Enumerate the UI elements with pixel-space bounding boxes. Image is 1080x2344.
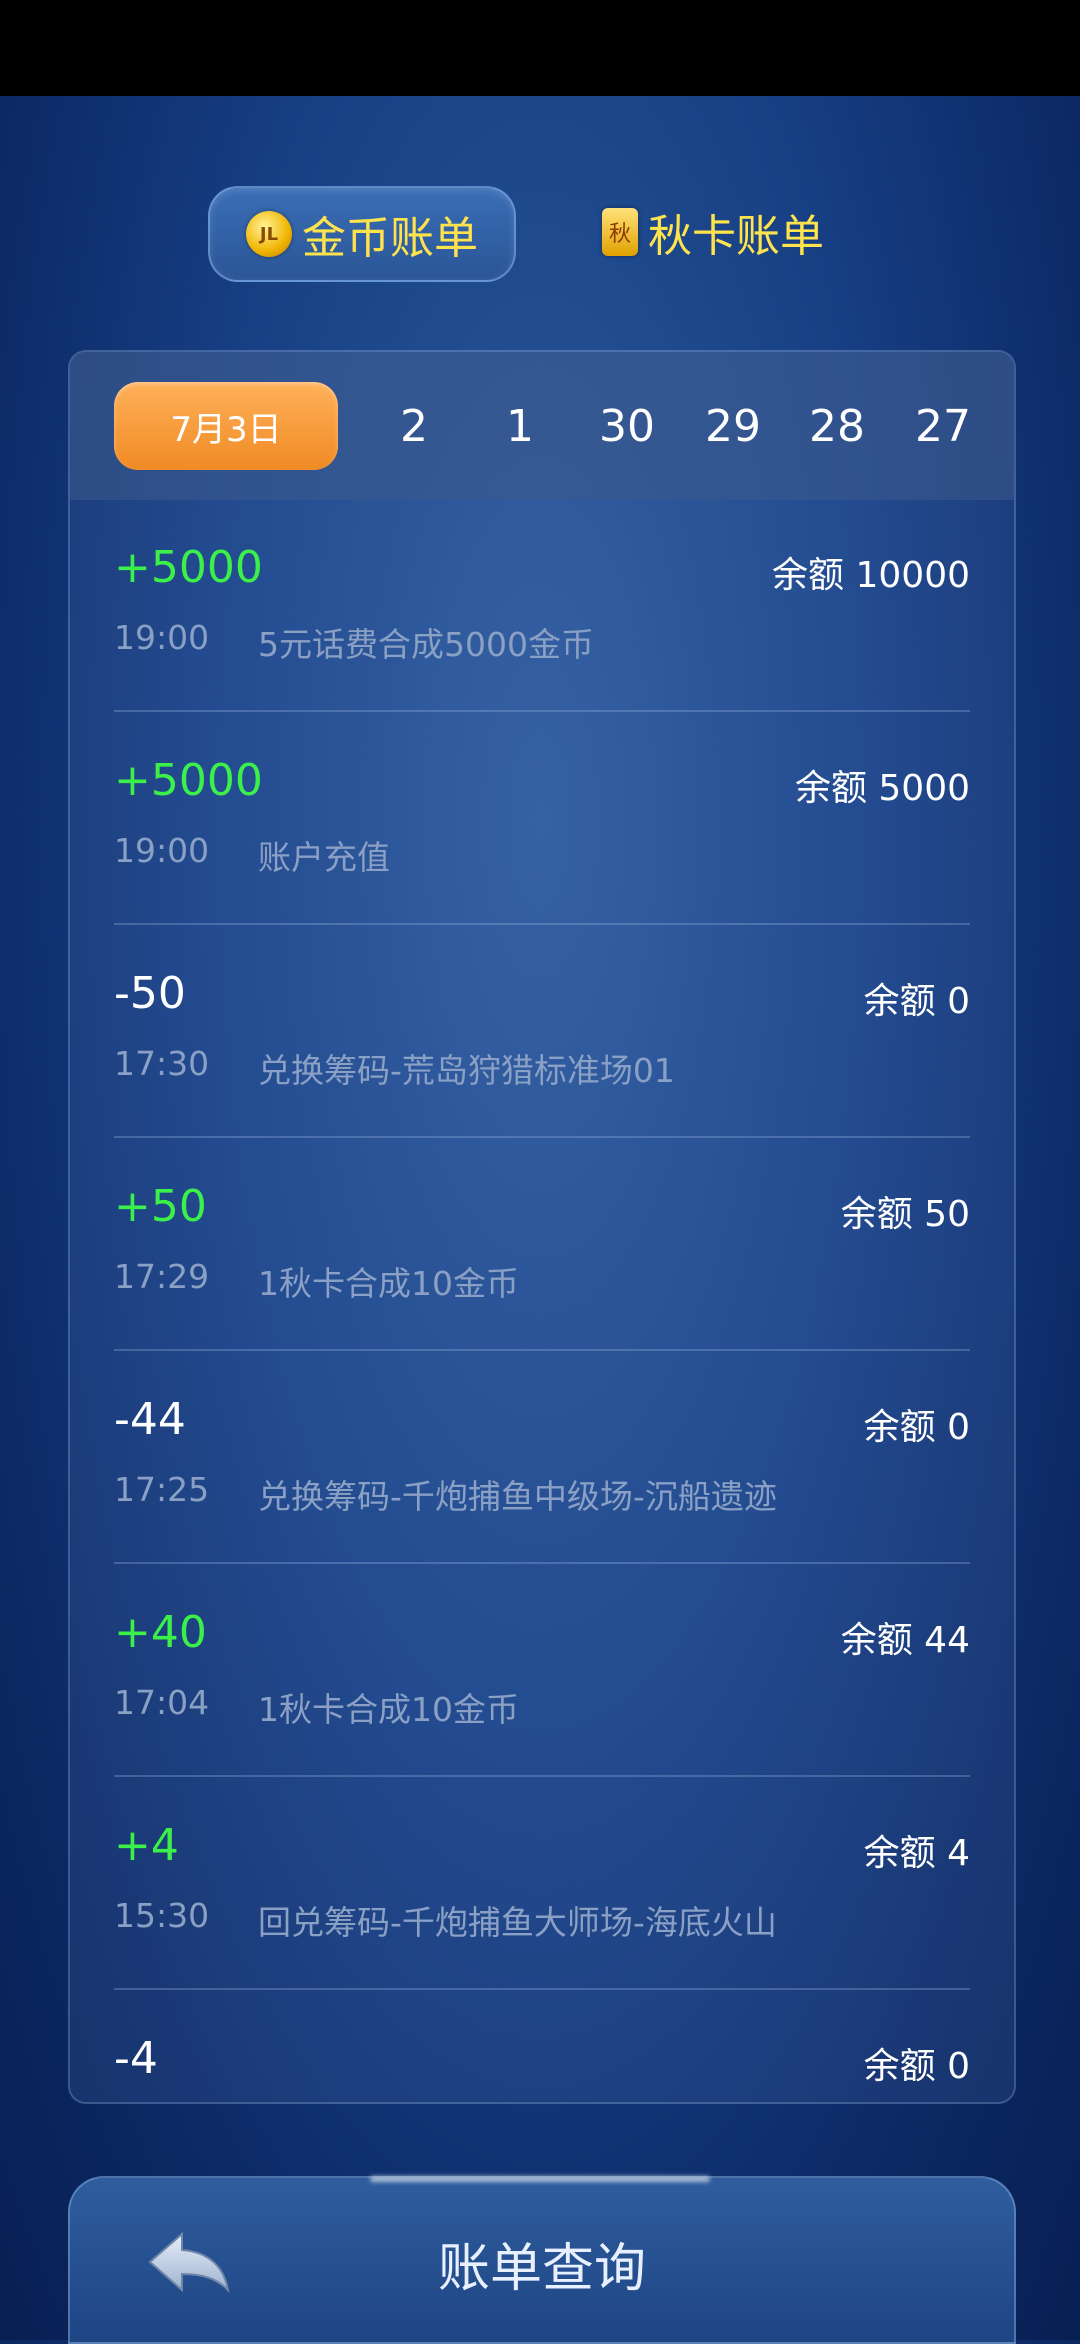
bill-record: +4 余额 4 15:30 回兑筹码-千炮捕鱼大师场-海底火山	[114, 1778, 970, 1990]
record-balance: 余额 0	[863, 981, 970, 1022]
record-time: 17:29	[114, 1257, 210, 1296]
record-time: 19:00	[114, 618, 210, 657]
record-time: 17:30	[114, 1044, 210, 1083]
record-amount: +4	[114, 1820, 179, 1871]
record-amount: -50	[114, 968, 186, 1019]
tab-card-bill[interactable]: 秋 秋卡账单	[602, 186, 842, 278]
date-item[interactable]: 2	[372, 382, 456, 470]
status-bar	[0, 0, 1080, 96]
record-amount: -4	[114, 2033, 158, 2084]
date-item[interactable]: 29	[686, 382, 780, 470]
divider	[114, 923, 970, 925]
divider	[114, 1349, 970, 1351]
card-icon: 秋	[602, 208, 638, 256]
record-time: 15:30	[114, 1896, 210, 1935]
bill-record: -4 余额 0	[114, 1991, 970, 2102]
date-item-selected[interactable]: 7月3日	[114, 382, 338, 470]
tab-coin-bill-label: 金币账单	[302, 213, 478, 264]
record-balance: 余额 44	[840, 1620, 970, 1661]
record-amount: +5000	[114, 542, 263, 593]
record-description: 5元话费合成5000金币	[258, 625, 594, 664]
record-amount: +40	[114, 1607, 207, 1658]
record-balance: 余额 0	[863, 1407, 970, 1448]
date-selector: 7月3日 2 1 30 29 28 27	[70, 352, 1014, 500]
date-item[interactable]: 1	[478, 382, 562, 470]
record-description: 兑换筹码-千炮捕鱼中级场-沉船遗迹	[258, 1477, 777, 1516]
divider	[114, 1988, 970, 1990]
record-description: 1秋卡合成10金币	[258, 1264, 519, 1303]
coin-icon: JL	[246, 211, 292, 257]
bottom-bar: 账单查询	[68, 2176, 1016, 2344]
bill-record: +5000 余额 10000 19:00 5元话费合成5000金币	[114, 500, 970, 712]
record-description: 兑换筹码-荒岛狩猎标准场01	[258, 1051, 675, 1090]
bar-highlight	[370, 2176, 710, 2182]
bill-record: -50 余额 0 17:30 兑换筹码-荒岛狩猎标准场01	[114, 926, 970, 1138]
date-item[interactable]: 28	[790, 382, 884, 470]
bill-record: +40 余额 44 17:04 1秋卡合成10金币	[114, 1565, 970, 1777]
page-title: 账单查询	[437, 2239, 646, 2299]
record-description: 1秋卡合成10金币	[258, 1690, 519, 1729]
record-time: 17:25	[114, 1470, 210, 1509]
tab-card-bill-label: 秋卡账单	[648, 211, 824, 262]
record-amount: -44	[114, 1394, 186, 1445]
record-balance: 余额 10000	[772, 555, 970, 596]
record-amount: +5000	[114, 755, 263, 806]
divider	[114, 1775, 970, 1777]
record-description: 回兑筹码-千炮捕鱼大师场-海底火山	[258, 1903, 777, 1942]
record-balance: 余额 4	[863, 1833, 970, 1874]
bill-record: +5000 余额 5000 19:00 账户充值	[114, 713, 970, 925]
tab-coin-bill[interactable]: JL 金币账单	[208, 186, 516, 282]
record-amount: +50	[114, 1181, 207, 1232]
bill-record: +50 余额 50 17:29 1秋卡合成10金币	[114, 1139, 970, 1351]
bill-record: -44 余额 0 17:25 兑换筹码-千炮捕鱼中级场-沉船遗迹	[114, 1352, 970, 1564]
divider	[114, 1562, 970, 1564]
divider	[114, 710, 970, 712]
bill-tabs: JL 金币账单 秋 秋卡账单	[0, 186, 1080, 282]
record-balance: 余额 0	[863, 2046, 970, 2087]
date-item[interactable]: 30	[580, 382, 674, 470]
date-item[interactable]: 27	[896, 382, 990, 470]
record-time: 19:00	[114, 831, 210, 870]
divider	[114, 1136, 970, 1138]
record-time: 17:04	[114, 1683, 210, 1722]
record-balance: 余额 5000	[794, 768, 970, 809]
bill-panel: 7月3日 2 1 30 29 28 27 +5000 余额 10000 19:0…	[68, 350, 1016, 2104]
record-balance: 余额 50	[840, 1194, 970, 1235]
record-description: 账户充值	[258, 838, 390, 877]
